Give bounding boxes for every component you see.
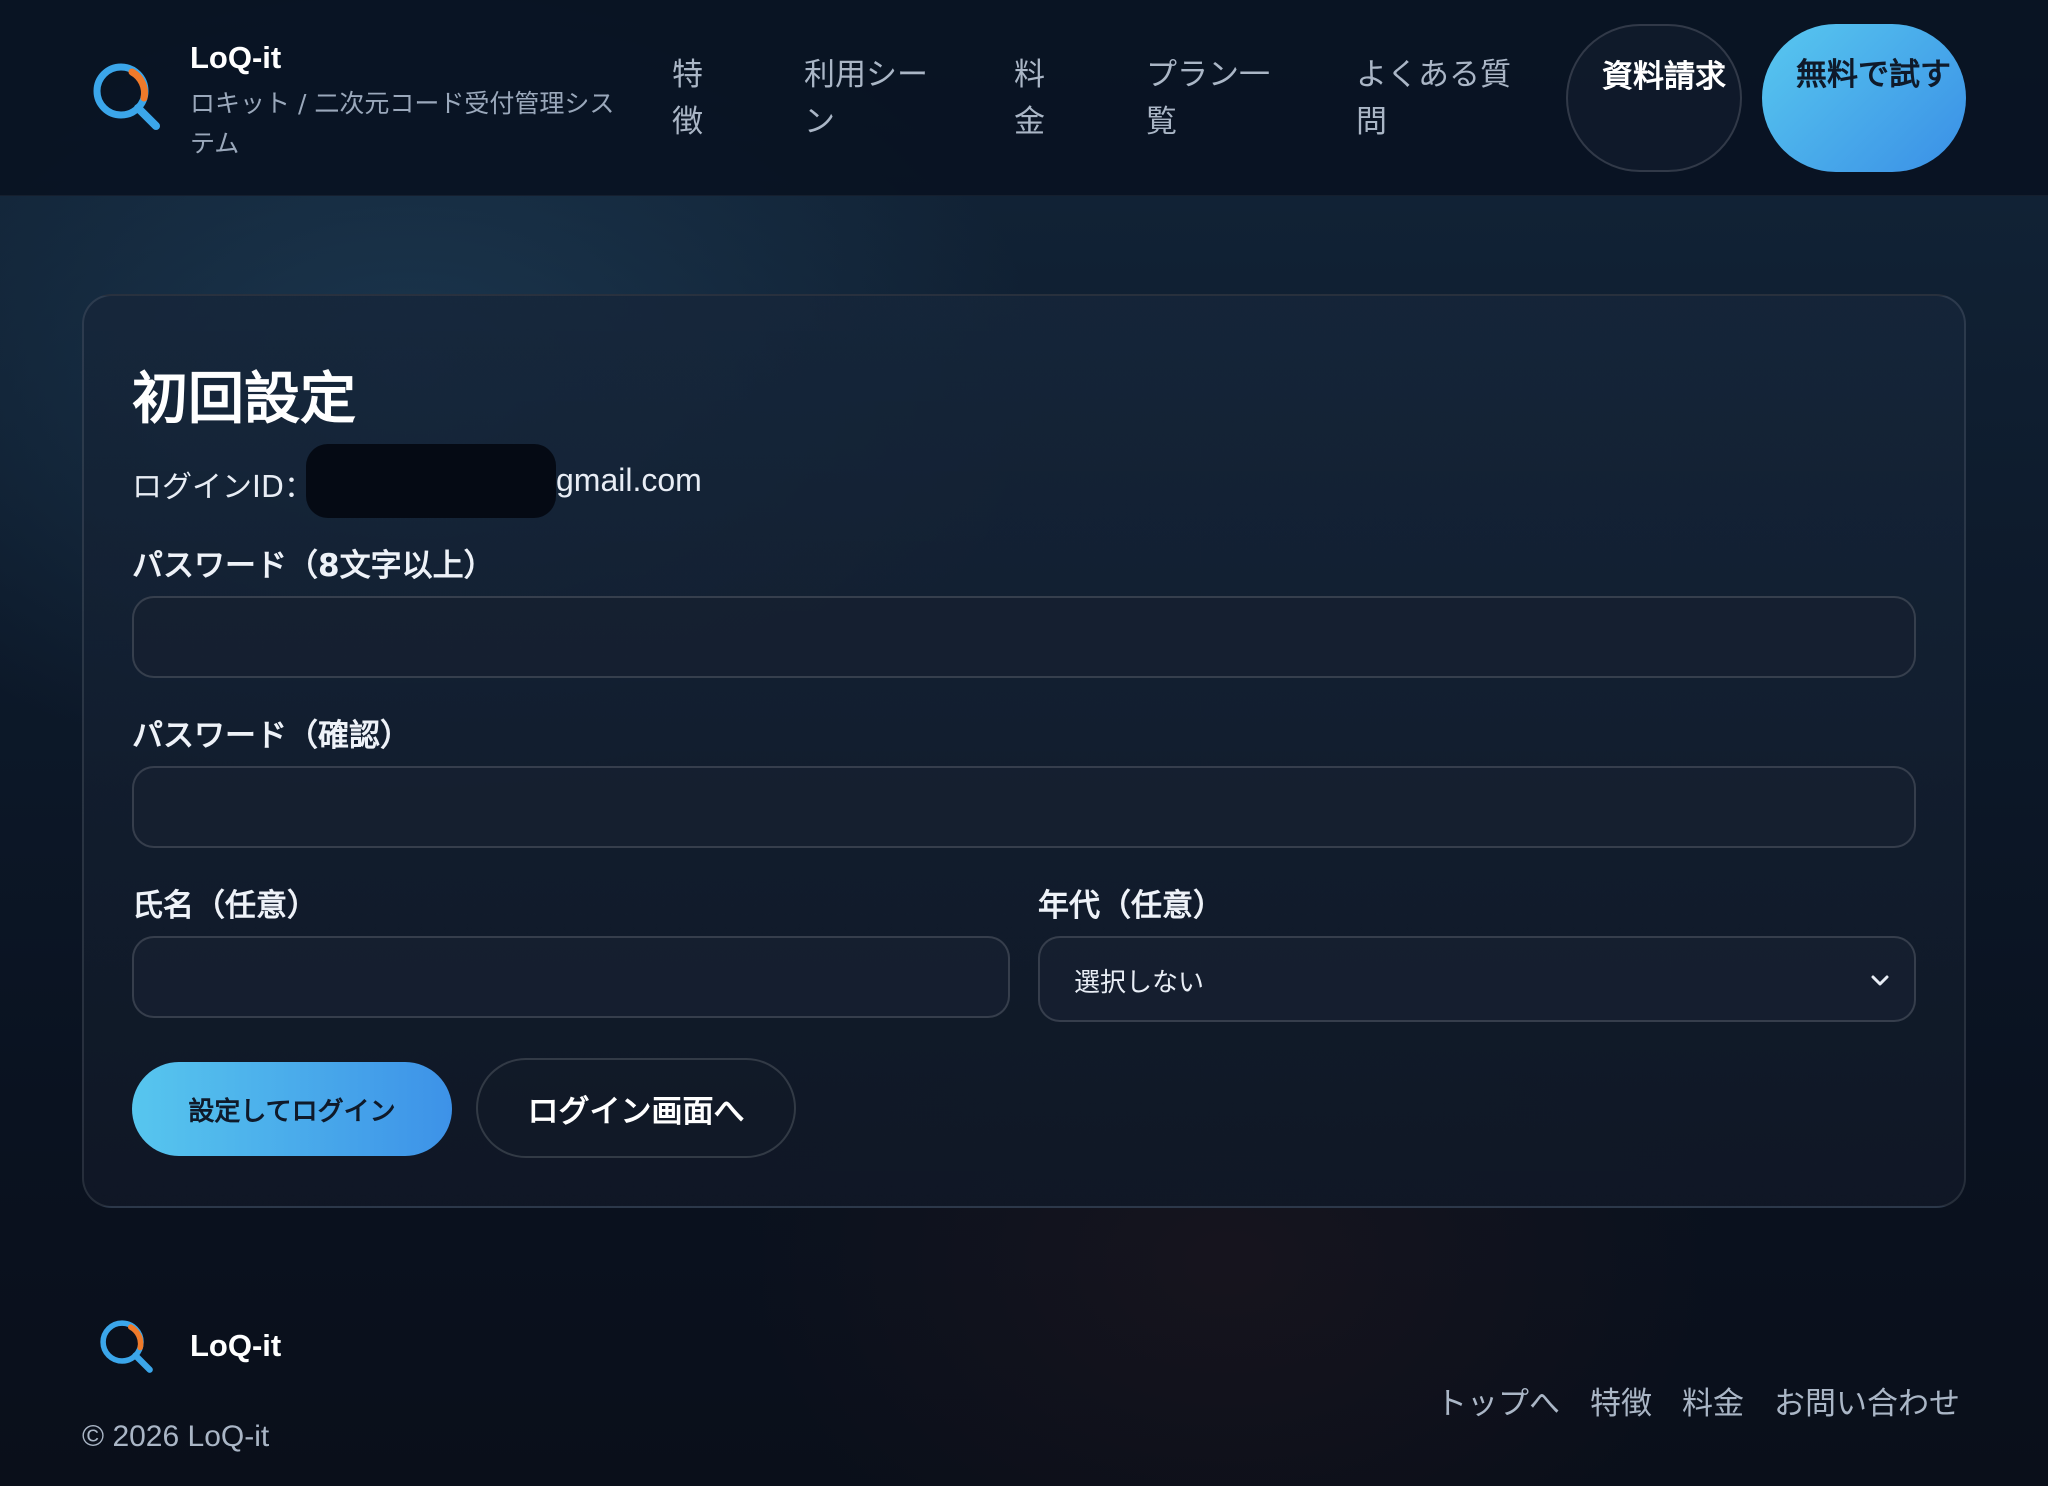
brand-tagline: ロキット / 二次元コード受付管理システム — [190, 89, 615, 158]
name-label: 氏名（任意） — [132, 888, 318, 924]
footer-link-features[interactable]: 特徴 — [1590, 1378, 1652, 1423]
password-confirm-label: パスワード（確認） — [132, 718, 411, 754]
free-trial-button[interactable]: 無料で試す — [1762, 24, 1966, 172]
login-id-domain: gmail.com — [556, 462, 702, 498]
name-field[interactable] — [132, 936, 1010, 1018]
request-docs-button[interactable]: 資料請求 — [1566, 24, 1742, 172]
login-id-label: ログインID： — [132, 470, 314, 505]
nav-features[interactable]: 特徴 — [672, 52, 712, 146]
footer-link-pricing[interactable]: 料金 — [1682, 1378, 1744, 1423]
age-select[interactable]: 選択しない — [1038, 936, 1916, 1022]
site-header: LoQ-it ロキット / 二次元コード受付管理システム 特徴 利用シーン 料金… — [0, 0, 2048, 196]
password-label: パスワード（8文字以上） — [132, 548, 495, 584]
footer-link-top[interactable]: トップへ — [1436, 1378, 1560, 1423]
nav-faq[interactable]: よくある質問 — [1356, 52, 1526, 146]
age-label: 年代（任意） — [1038, 888, 1224, 924]
footer-copyright: © 2026 LoQ-it — [82, 1420, 270, 1453]
magnifier-logo-icon[interactable] — [88, 58, 164, 134]
footer-brand-name: LoQ-it — [190, 1328, 282, 1363]
password-field[interactable] — [132, 596, 1916, 678]
back-to-login-button[interactable]: ログイン画面へ — [476, 1058, 796, 1158]
nav-pricing[interactable]: 料金 — [1014, 52, 1054, 146]
password-confirm-field[interactable] — [132, 766, 1916, 848]
redacted-email — [306, 444, 556, 518]
chevron-down-icon — [1871, 975, 1889, 986]
age-select-value: 選択しない — [1074, 968, 1205, 998]
nav-plans[interactable]: プラン一覧 — [1146, 52, 1286, 146]
brand-name[interactable]: LoQ-it — [190, 40, 281, 76]
page-title: 初回設定 — [132, 367, 356, 432]
magnifier-logo-icon — [100, 1320, 153, 1373]
footer-link-contact[interactable]: お問い合わせ — [1774, 1378, 1960, 1423]
nav-use-cases[interactable]: 利用シーン — [804, 52, 944, 146]
submit-login-button[interactable]: 設定してログイン — [132, 1062, 452, 1156]
